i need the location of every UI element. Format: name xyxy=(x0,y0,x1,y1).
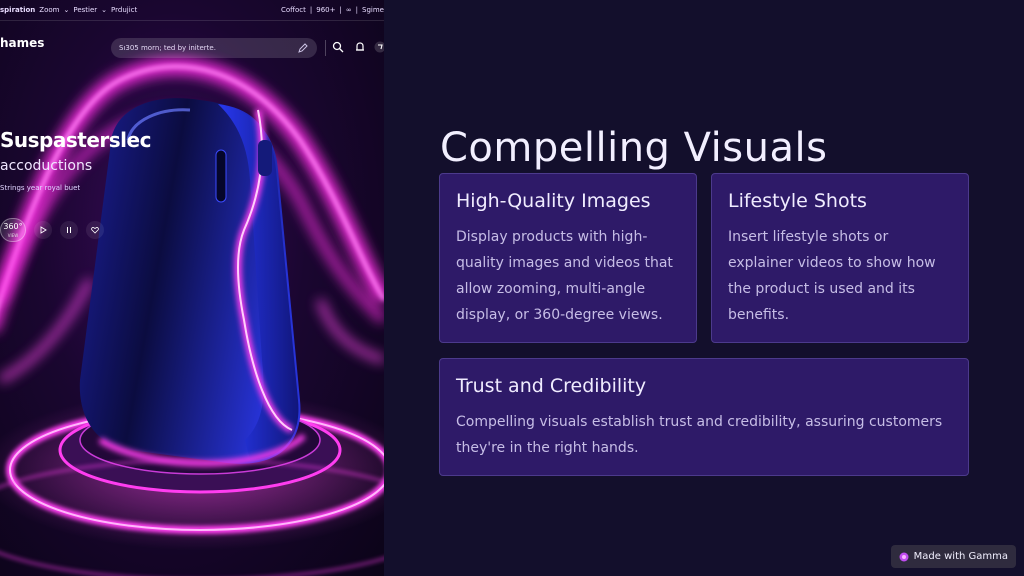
hero-brand-name[interactable]: hames xyxy=(0,36,44,50)
hero-search-input[interactable]: Sı305 morn; ted by initerte. xyxy=(111,38,317,58)
media-controls: 360° VIEW xyxy=(0,218,104,242)
play-button[interactable] xyxy=(34,221,52,239)
hero-subheadline: accoductions xyxy=(0,158,93,174)
card-heading: Trust and Credibility xyxy=(456,375,647,397)
card-heading: Lifestyle Shots xyxy=(728,190,867,212)
nav-item-zoom[interactable]: Zoom xyxy=(39,6,59,14)
notification-icon[interactable] xyxy=(354,41,366,53)
view-360-label: VIEW xyxy=(7,233,19,238)
product-device xyxy=(79,98,306,467)
badge-label: Made with Gamma xyxy=(913,551,1008,562)
gamma-logo-icon xyxy=(899,552,909,561)
card-heading: High-Quality Images xyxy=(456,190,651,212)
card-body: Compelling visuals establish trust and c… xyxy=(456,414,943,456)
nav-chevron-icon: ⌄ xyxy=(63,6,70,14)
pause-icon xyxy=(67,227,71,233)
nav-divider: | xyxy=(355,6,359,14)
nav-item-coffoct[interactable]: Coffoct xyxy=(281,6,306,14)
hero-image: spiration Zoom ⌄ Pestier ⌄ Prdujict Coff… xyxy=(0,0,384,576)
nav-item-pestier[interactable]: Pestier xyxy=(73,6,97,14)
hero-top-nav: spiration Zoom ⌄ Pestier ⌄ Prdujict Coff… xyxy=(0,0,384,20)
link-icon[interactable]: ∞ xyxy=(346,6,352,14)
pencil-icon xyxy=(298,43,308,53)
hero-divider xyxy=(0,20,384,21)
search-icon[interactable] xyxy=(332,41,344,53)
nav-brand[interactable]: spiration xyxy=(0,6,35,14)
pause-button[interactable] xyxy=(60,221,78,239)
nav-divider: | xyxy=(309,6,313,14)
hero-headline: Suspasterslec xyxy=(0,128,151,152)
nav-item-sgime[interactable]: Sgime xyxy=(362,6,384,14)
slide-title: Compelling Visuals xyxy=(440,124,828,171)
search-placeholder: Sı305 morn; ted by initerte. xyxy=(119,44,216,52)
nav-item-960[interactable]: 960+ xyxy=(316,6,335,14)
card-trust-and-credibility: Trust and Credibility Compelling visuals… xyxy=(439,358,969,476)
nav-divider: | xyxy=(339,6,342,14)
favorite-button[interactable] xyxy=(86,221,104,239)
cart-icon[interactable] xyxy=(374,41,384,53)
nav-item-product[interactable]: Prdujict xyxy=(111,6,137,14)
made-with-gamma-badge[interactable]: Made with Gamma xyxy=(890,545,1016,568)
view-360-value: 360° xyxy=(3,222,23,231)
header-separator xyxy=(325,40,326,56)
heart-icon xyxy=(91,227,99,234)
nav-chevron-icon: ⌄ xyxy=(101,6,108,14)
view-360-button[interactable]: 360° VIEW xyxy=(0,218,26,242)
card-lifestyle-shots: Lifestyle Shots Insert lifestyle shots o… xyxy=(711,173,969,343)
card-body: Display products with high-quality image… xyxy=(456,229,673,323)
hero-tagline: Strings year royal buet xyxy=(0,184,81,192)
play-icon xyxy=(40,226,47,234)
card-high-quality-images: High-Quality Images Display products wit… xyxy=(439,173,697,343)
card-body: Insert lifestyle shots or explainer vide… xyxy=(728,229,936,323)
